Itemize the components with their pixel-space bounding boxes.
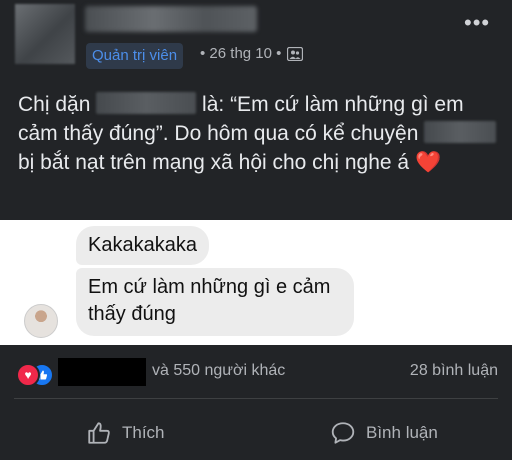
- admin-role-badge[interactable]: Quản trị viên: [86, 43, 184, 69]
- like-label: Thích: [122, 423, 165, 442]
- divider: [14, 398, 498, 399]
- chat-bubble: Em cứ làm những gì e cảm thấy đúng: [76, 268, 354, 336]
- post-date[interactable]: • 26 thg 10 •: [200, 45, 281, 62]
- reactions-bar: ♥ và 550 người khác 28 bình luận: [0, 352, 512, 392]
- more-options-icon[interactable]: •••: [464, 10, 490, 36]
- post-text-part3: bị bắt nạt trên mạng xã hội cho chị nghe…: [18, 151, 415, 174]
- thumbs-up-icon: [88, 422, 110, 444]
- post-text-part1: Chị dặn: [18, 93, 97, 116]
- post-meta: • 26 thg 10 •: [200, 45, 304, 62]
- post-header: Quản trị viên • 26 thg 10 • •••: [0, 0, 512, 80]
- redacted-name: [96, 92, 197, 114]
- group-icon: [287, 46, 304, 61]
- comment-bubble-icon: [331, 422, 355, 444]
- heart-emoji: ❤️: [414, 151, 442, 174]
- reactions-count[interactable]: và 550 người khác: [152, 362, 285, 380]
- post-body: Chị dặn là: “Em cứ làm những gì em cảm t…: [18, 90, 498, 177]
- reactor-names-redacted: [58, 358, 146, 386]
- like-button[interactable]: Thích: [86, 420, 165, 446]
- redacted-name: [424, 121, 497, 143]
- author-name-redacted[interactable]: [85, 6, 257, 32]
- comments-count[interactable]: 28 bình luận: [410, 362, 498, 380]
- love-reaction-icon: ♥: [16, 363, 40, 387]
- reaction-icons[interactable]: ♥: [16, 363, 60, 387]
- chat-screenshot-image[interactable]: Kakakakaka Em cứ làm những gì e cảm thấy…: [0, 220, 512, 345]
- chat-avatar: [24, 304, 58, 338]
- action-bar: Thích Bình luận: [0, 410, 512, 454]
- comment-button[interactable]: Bình luận: [330, 420, 438, 446]
- comment-label: Bình luận: [366, 423, 438, 442]
- chat-bubble: Kakakakaka: [76, 226, 209, 265]
- author-avatar-redacted[interactable]: [15, 4, 75, 64]
